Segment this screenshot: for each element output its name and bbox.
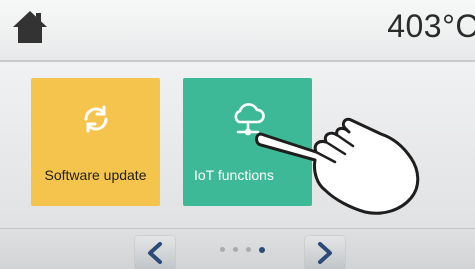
software-update-label: Software update	[44, 167, 147, 183]
previous-page-button[interactable]	[135, 236, 175, 268]
page-dot	[220, 247, 225, 252]
page-dot-active	[259, 246, 265, 253]
next-page-button[interactable]	[305, 236, 345, 268]
refresh-icon	[79, 102, 113, 141]
chevron-right-icon	[318, 242, 332, 264]
page-dot	[233, 247, 238, 252]
pointing-hand-icon	[255, 112, 425, 227]
home-icon[interactable]	[12, 10, 48, 44]
software-update-tile[interactable]: Software update	[31, 78, 160, 206]
page-dot	[246, 247, 251, 252]
temperature-readout: 403°C	[387, 8, 475, 44]
chevron-left-icon	[148, 242, 162, 264]
